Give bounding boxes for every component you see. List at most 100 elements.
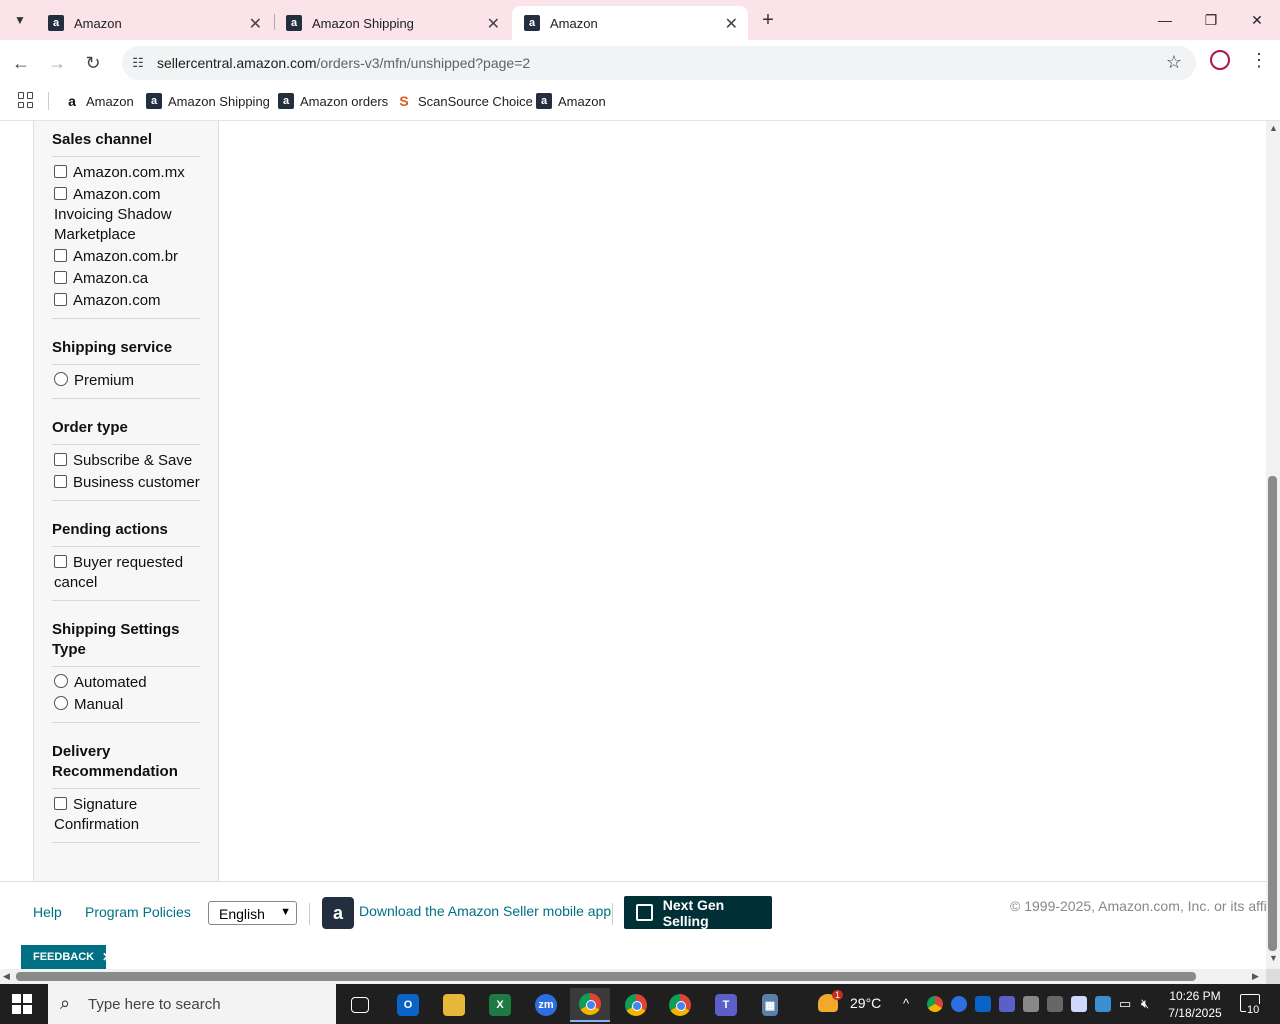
next-gen-selling-label: Next Gen Selling <box>662 896 725 929</box>
sales-channel-shadow-checkbox[interactable]: Amazon.com Invoicing Shadow Marketplace <box>54 185 204 245</box>
bookmark-scansource[interactable]: S ScanSource Choice <box>396 93 533 109</box>
chrome-active-icon[interactable] <box>570 988 610 1022</box>
site-info-icon[interactable]: ☷ <box>128 53 148 73</box>
checkbox-icon[interactable] <box>54 249 67 262</box>
volume-muted-icon[interactable]: 🔇︎ <box>1141 996 1149 1012</box>
teams-icon[interactable]: T <box>706 988 746 1022</box>
checkbox-icon[interactable] <box>54 475 67 488</box>
url-text[interactable]: sellercentral.amazon.com/orders-v3/mfn/u… <box>157 55 530 71</box>
sales-channel-ca-checkbox[interactable]: Amazon.ca <box>54 269 204 289</box>
address-bar[interactable]: ☷ sellercentral.amazon.com/orders-v3/mfn… <box>122 46 1196 80</box>
buyer-requested-cancel-checkbox[interactable]: Buyer requested cancel <box>54 553 204 593</box>
tray-app-2-icon[interactable] <box>1047 996 1063 1012</box>
divider <box>52 500 200 501</box>
scroll-up-arrow-icon[interactable]: ▲ <box>1269 123 1278 133</box>
sales-channel-mx-checkbox[interactable]: Amazon.com.mx <box>54 163 204 183</box>
checkbox-icon[interactable] <box>54 797 67 810</box>
tab-amazon-1[interactable]: a Amazon ✕ <box>36 6 272 40</box>
bookmark-amazon[interactable]: a Amazon <box>64 93 134 109</box>
premium-radio[interactable]: Premium <box>54 371 204 391</box>
excel-icon[interactable]: X <box>480 988 520 1022</box>
task-view-icon[interactable] <box>340 988 380 1022</box>
next-gen-selling-button[interactable]: Next Gen Selling <box>624 896 772 929</box>
url-host: sellercentral.amazon.com <box>157 55 317 71</box>
checkbox-icon[interactable] <box>54 453 67 466</box>
feedback-button[interactable]: FEEDBACK ✕ <box>21 945 112 969</box>
reload-icon[interactable]: ↻ <box>80 50 106 76</box>
bookmark-amazon-shipping[interactable]: a Amazon Shipping <box>146 93 270 109</box>
language-select[interactable]: English ▼ <box>208 901 297 925</box>
tray-app-3-icon[interactable] <box>1071 996 1087 1012</box>
scroll-left-arrow-icon[interactable]: ◀ <box>3 971 10 982</box>
checkbox-icon[interactable] <box>54 271 67 284</box>
subscribe-save-checkbox[interactable]: Subscribe & Save <box>54 451 204 471</box>
zoom-tray-icon[interactable] <box>951 996 967 1012</box>
network-icon[interactable]: ▭ <box>1119 996 1131 1012</box>
windows-start-icon[interactable] <box>12 994 32 1014</box>
sales-channel-br-checkbox[interactable]: Amazon.com.br <box>54 247 204 267</box>
scroll-right-arrow-icon[interactable]: ▶ <box>1252 971 1259 982</box>
chrome-tray-icon[interactable] <box>927 996 943 1012</box>
checkbox-icon[interactable] <box>54 293 67 306</box>
profile-avatar-icon[interactable] <box>1210 50 1230 70</box>
restore-icon[interactable]: ❐ <box>1188 0 1234 40</box>
apps-grid-icon[interactable] <box>18 92 34 108</box>
radio-icon[interactable] <box>54 372 68 386</box>
menu-kebab-icon[interactable]: ⋮ <box>1250 50 1268 71</box>
close-icon[interactable]: ✕ <box>102 950 112 964</box>
new-tab-plus-icon[interactable]: + <box>756 8 780 32</box>
option-label: Amazon.com.mx <box>73 164 185 181</box>
zoom-icon[interactable]: zm <box>526 988 566 1022</box>
horizontal-scrollbar[interactable]: ◀ ▶ <box>0 969 1266 984</box>
manual-radio[interactable]: Manual <box>54 695 204 715</box>
divider <box>52 600 200 601</box>
calculator-icon[interactable]: ▦ <box>750 988 790 1022</box>
search-placeholder: Type here to search <box>88 996 221 1013</box>
download-app-link[interactable]: Download the Amazon Seller mobile app <box>359 903 611 919</box>
scroll-down-arrow-icon[interactable]: ▼ <box>1269 953 1278 963</box>
automated-radio[interactable]: Automated <box>54 673 204 693</box>
checkbox-icon[interactable] <box>54 187 67 200</box>
checkbox-icon[interactable] <box>54 165 67 178</box>
show-hidden-icons-chevron-up-icon[interactable]: ^ <box>903 996 909 1011</box>
radio-icon[interactable] <box>54 696 68 710</box>
program-policies-link[interactable]: Program Policies <box>85 904 191 920</box>
tab-amazon-shipping[interactable]: a Amazon Shipping ✕ <box>274 6 510 40</box>
tab-title: Amazon Shipping <box>312 15 414 31</box>
amazon-favicon-icon: a <box>48 15 64 31</box>
outlook-tray-icon[interactable] <box>975 996 991 1012</box>
bookmark-amazon-2[interactable]: a Amazon <box>536 93 606 109</box>
bookmark-amazon-orders[interactable]: a Amazon orders <box>278 93 388 109</box>
forward-arrow-icon[interactable]: → <box>44 50 70 76</box>
tray-app-4-icon[interactable] <box>1095 996 1111 1012</box>
signature-confirmation-checkbox[interactable]: Signature Confirmation <box>54 795 204 835</box>
system-clock[interactable]: 10:26 PM 7/18/2025 <box>1164 988 1226 1022</box>
vertical-scrollbar[interactable]: ▲ ▼ <box>1266 121 1280 969</box>
help-link[interactable]: Help <box>33 904 62 920</box>
vertical-scroll-thumb[interactable] <box>1268 476 1277 951</box>
back-arrow-icon[interactable]: ← <box>8 50 34 76</box>
outlook-icon[interactable]: O <box>388 988 428 1022</box>
close-tab-icon[interactable]: ✕ <box>487 14 500 34</box>
divider <box>52 546 200 547</box>
business-customer-checkbox[interactable]: Business customer <box>54 473 204 493</box>
amazon-app-logo-icon[interactable]: a <box>322 897 354 929</box>
taskbar-search-box[interactable]: ⌕ Type here to search <box>48 984 336 1024</box>
bookmark-star-icon[interactable]: ☆ <box>1166 52 1182 73</box>
teams-tray-icon[interactable] <box>999 996 1015 1012</box>
radio-icon[interactable] <box>54 674 68 688</box>
horizontal-scroll-thumb[interactable] <box>16 972 1196 981</box>
minimize-icon[interactable]: — <box>1142 0 1188 40</box>
sales-channel-com-checkbox[interactable]: Amazon.com <box>54 291 204 311</box>
chrome-profile-2-icon[interactable] <box>616 988 656 1022</box>
checkbox-icon[interactable] <box>54 555 67 568</box>
close-tab-icon[interactable]: ✕ <box>725 14 738 34</box>
weather-widget[interactable]: 29°C <box>818 994 881 1012</box>
close-tab-icon[interactable]: ✕ <box>249 14 262 34</box>
window-close-icon[interactable]: ✕ <box>1234 0 1280 40</box>
tab-amazon-active[interactable]: a Amazon ✕ <box>512 6 748 40</box>
tray-app-icon[interactable] <box>1023 996 1039 1012</box>
file-explorer-icon[interactable] <box>434 988 474 1022</box>
tab-search-chevron-icon[interactable]: ▼ <box>8 8 32 32</box>
chrome-profile-3-icon[interactable] <box>660 988 700 1022</box>
